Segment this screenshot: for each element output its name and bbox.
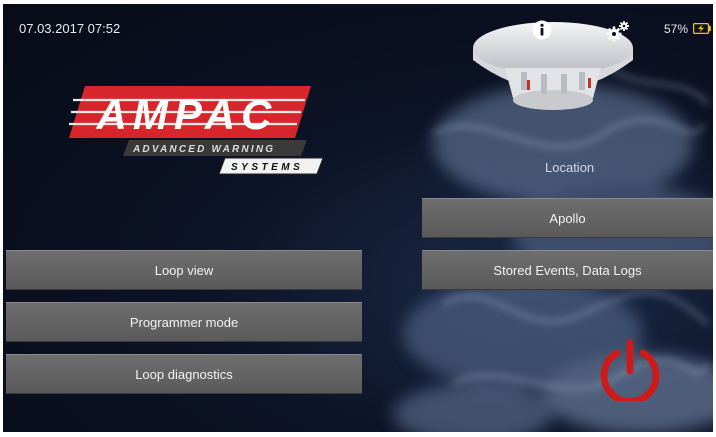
device-screen: 07.03.2017 07:52 57% AMPAC ADVANCED WARN…	[3, 4, 713, 432]
datetime-display: 07.03.2017 07:52	[19, 21, 121, 36]
svg-text:AMPAC: AMPAC	[96, 91, 278, 138]
location-label: Location	[545, 160, 595, 175]
battery-percentage: 57%	[664, 22, 689, 36]
stored-events-button[interactable]: Stored Events, Data Logs	[422, 250, 713, 290]
loop-diagnostics-button-label: Loop diagnostics	[135, 366, 233, 382]
programmer-mode-button[interactable]: Programmer mode	[6, 302, 362, 342]
stored-events-button-label: Stored Events, Data Logs	[493, 262, 642, 278]
settings-gears-icon[interactable]	[604, 20, 632, 42]
loop-view-button-label: Loop view	[154, 262, 214, 278]
loop-diagnostics-button[interactable]: Loop diagnostics	[6, 354, 362, 394]
programmer-mode-button-label: Programmer mode	[129, 314, 239, 330]
logo-tagline-advanced: ADVANCED WARNING	[132, 144, 275, 155]
apollo-button-label: Apollo	[549, 210, 586, 226]
apollo-button[interactable]: Apollo	[422, 198, 713, 238]
logo-tagline-systems: SYSTEMS	[231, 162, 303, 173]
power-icon[interactable]	[597, 339, 663, 401]
info-icon[interactable]	[532, 20, 552, 40]
ampac-logo: AMPAC ADVANCED WARNING SYSTEMS	[69, 86, 324, 175]
battery-charging-icon	[693, 23, 711, 34]
loop-view-button[interactable]: Loop view	[6, 250, 362, 290]
